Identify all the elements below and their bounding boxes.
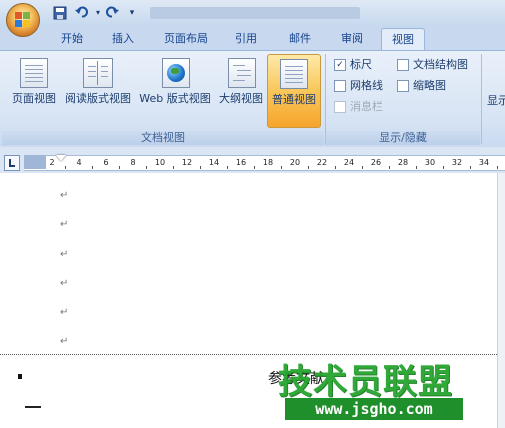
ruler-tick-mark	[362, 166, 363, 169]
outline-view-button[interactable]: 大纲视图	[216, 54, 266, 126]
redo-icon[interactable]	[104, 5, 120, 21]
ruler-tick-mark	[335, 166, 336, 169]
paragraph-mark: ↵	[60, 219, 69, 230]
next-group-partial-label[interactable]: 显示	[487, 92, 505, 108]
checkbox-empty-icon	[334, 101, 346, 113]
show-hide-group-label: 显示/隐藏	[326, 131, 480, 145]
thumbnails-checkbox[interactable]: 缩略图	[397, 78, 477, 94]
ruler-tick-label: 20	[289, 158, 301, 167]
tab-selector-icon[interactable]	[4, 155, 20, 171]
paragraph-mark: ↵	[60, 278, 69, 289]
checkbox-empty-icon	[397, 59, 409, 71]
ruler-tick-label: 22	[316, 158, 328, 167]
draft-icon	[280, 59, 308, 89]
ruler-tick-label: 32	[451, 158, 463, 167]
reading-layout-view-button[interactable]: 阅读版式视图	[62, 54, 134, 126]
ruler-tick-label: 4	[76, 158, 82, 167]
customize-toolbar-icon[interactable]: ▾	[124, 5, 140, 21]
web-layout-view-button[interactable]: Web 版式视图	[136, 54, 214, 126]
ruler-tick-mark	[227, 166, 228, 169]
save-icon[interactable]	[52, 5, 68, 21]
message-bar-checkbox: 消息栏	[334, 99, 394, 115]
web-layout-icon	[162, 58, 190, 88]
ruler-tick-label: 34	[478, 158, 490, 167]
watermark-url: www.jsgho.com	[285, 398, 463, 420]
bullet-mark	[18, 374, 22, 379]
tab-insert[interactable]: 插入	[103, 28, 143, 50]
first-line-indent-marker[interactable]	[56, 155, 66, 161]
tab-mailings[interactable]: 邮件	[280, 28, 320, 50]
draft-view-button[interactable]: 普通视图	[267, 54, 321, 128]
paragraph-mark: ↵	[60, 249, 69, 260]
tab-home[interactable]: 开始	[52, 28, 92, 50]
office-logo-icon	[15, 12, 31, 28]
ruler-tick-label: 6	[103, 158, 109, 167]
ruler-tick-mark	[173, 166, 174, 169]
paragraph-mark: ↵	[60, 190, 69, 201]
draft-view-label: 普通视图	[272, 93, 316, 106]
page-layout-icon	[20, 58, 48, 88]
web-layout-view-label: Web 版式视图	[139, 92, 211, 105]
page-layout-view-label: 页面视图	[12, 92, 56, 105]
ruler-tick-mark	[65, 166, 66, 169]
ruler-tick-mark	[470, 166, 471, 169]
document-views-group-label: 文档视图	[2, 131, 324, 145]
ruler-tick-label: 18	[262, 158, 274, 167]
paragraph-mark: ↵	[60, 336, 69, 347]
vertical-scrollbar[interactable]	[497, 173, 505, 428]
ruler-tick-mark	[92, 166, 93, 169]
full-screen-reading-icon	[83, 58, 113, 88]
ruler-tick-mark	[308, 166, 309, 169]
checkbox-empty-icon	[397, 80, 409, 92]
office-button[interactable]	[6, 3, 40, 37]
ruler-tick-mark	[443, 166, 444, 169]
ruler-tick-label: 8	[130, 158, 136, 167]
ruler-tick-label: 10	[154, 158, 166, 167]
gridlines-checkbox[interactable]: 网格线	[334, 78, 394, 94]
ruler-tick-mark	[416, 166, 417, 169]
ruler-tick-label: 26	[370, 158, 382, 167]
group-separator	[481, 54, 482, 144]
checkbox-checked-icon: ✓	[334, 59, 346, 71]
ruler-tick-label: 12	[181, 158, 193, 167]
tab-review[interactable]: 审阅	[332, 28, 372, 50]
ruler-tick-label: 24	[343, 158, 355, 167]
ruler-tick-label: 16	[235, 158, 247, 167]
ruler-left-margin	[24, 155, 46, 169]
tab-page-layout[interactable]: 页面布局	[157, 28, 215, 50]
outline-icon	[228, 58, 256, 88]
document-map-checkbox[interactable]: 文档结构图	[397, 57, 477, 73]
paragraph-mark: ↵	[60, 307, 69, 318]
tab-references[interactable]: 引用	[226, 28, 266, 50]
checkbox-empty-icon	[334, 80, 346, 92]
ruler-tick-mark	[497, 166, 498, 169]
outline-view-label: 大纲视图	[219, 92, 263, 105]
ruler-tick-mark	[119, 166, 120, 169]
ruler-tick-mark	[281, 166, 282, 169]
ruler-checkbox[interactable]: ✓ 标尺	[334, 57, 394, 73]
tab-view[interactable]: 视图	[381, 28, 425, 51]
ruler-tick-label: 14	[208, 158, 220, 167]
window-title-blurred	[150, 7, 360, 19]
reading-layout-view-label: 阅读版式视图	[65, 92, 131, 105]
ruler-tick-mark	[389, 166, 390, 169]
watermark-logo-text: 技术员联盟	[278, 362, 453, 402]
undo-icon[interactable]	[74, 5, 90, 21]
ruler-tick-mark	[200, 166, 201, 169]
ruler-tick-mark	[146, 166, 147, 169]
dash-mark	[25, 406, 41, 408]
ruler-tick-mark	[254, 166, 255, 169]
ruler-tick-label: 28	[397, 158, 409, 167]
page-layout-view-button[interactable]: 页面视图	[8, 54, 60, 126]
ruler-tick-label: 30	[424, 158, 436, 167]
